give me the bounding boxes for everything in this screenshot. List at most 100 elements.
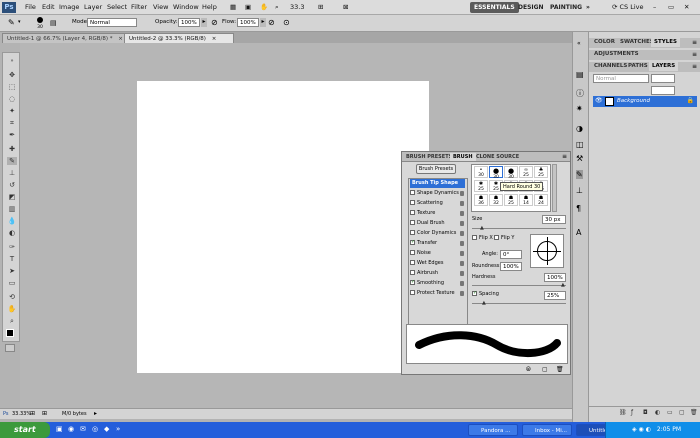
- option-wet-edges[interactable]: Wet Edges: [410, 259, 465, 268]
- flip-y-checkbox[interactable]: Flip Y: [494, 235, 514, 241]
- angle-input[interactable]: 0°: [500, 250, 522, 259]
- option-protect-texture[interactable]: Protect Texture: [410, 289, 465, 298]
- brush-tip[interactable]: ☗ 25: [504, 194, 518, 206]
- brush-tip[interactable]: ☗ 14: [519, 194, 533, 206]
- brush-icon[interactable]: ✎: [576, 170, 583, 179]
- minimize-icon[interactable]: –: [653, 3, 656, 11]
- tool-presets-icon[interactable]: ⚒: [576, 154, 583, 163]
- zoom-icon[interactable]: ⌕: [275, 3, 279, 12]
- lock-icon[interactable]: [460, 201, 464, 206]
- delete-layer-icon[interactable]: 🗑: [690, 409, 698, 416]
- tab-styles[interactable]: STYLES: [651, 38, 680, 47]
- brush-tip[interactable]: ☗ 32: [489, 194, 503, 206]
- brush-tip[interactable]: ● 30: [504, 166, 518, 180]
- menu-window[interactable]: Window: [173, 3, 199, 11]
- pen-tool-icon[interactable]: ✑: [7, 243, 17, 251]
- quicklaunch-icon[interactable]: ✉: [80, 425, 86, 433]
- zoom-field[interactable]: 33.33%: [12, 411, 31, 417]
- zoom-level[interactable]: 33.3: [290, 3, 304, 11]
- hand-tool-icon[interactable]: ✋: [260, 3, 268, 11]
- lasso-tool-icon[interactable]: ◌: [7, 95, 17, 103]
- option-brush-tip-shape[interactable]: Brush Tip Shape: [410, 179, 465, 188]
- arrange-documents-icon[interactable]: ⊠: [343, 3, 348, 11]
- panel-menu-icon[interactable]: ≡: [692, 51, 697, 58]
- flow-slider-arrow-icon[interactable]: ▸: [260, 18, 266, 27]
- lock-icon[interactable]: [460, 211, 464, 216]
- tip-grid-scrollbar[interactable]: [552, 164, 557, 212]
- lock-icon[interactable]: [460, 271, 464, 276]
- delete-icon[interactable]: 🗑: [556, 366, 564, 373]
- pressure-opacity-icon[interactable]: ⊘: [211, 18, 218, 27]
- close-icon[interactable]: ✕: [684, 3, 689, 11]
- menu-help[interactable]: Help: [202, 3, 217, 11]
- option-shape-dynamics[interactable]: Shape Dynamics: [410, 189, 465, 198]
- airbrush-icon[interactable]: ⊘: [268, 18, 275, 27]
- eraser-tool-icon[interactable]: ◩: [7, 193, 17, 201]
- type-tool-icon[interactable]: T: [7, 255, 17, 263]
- tab-brush[interactable]: BRUSH: [450, 153, 476, 161]
- healing-brush-tool-icon[interactable]: ✚: [7, 145, 17, 153]
- brush-size-picker[interactable]: 30: [35, 17, 45, 30]
- angle-roundness-widget[interactable]: [530, 234, 564, 268]
- lock-icon[interactable]: [460, 251, 464, 256]
- flow-input[interactable]: 100%: [237, 18, 259, 27]
- brush-tip[interactable]: • 30: [474, 166, 488, 178]
- fx-icon[interactable]: ƒ: [631, 409, 633, 416]
- menu-file[interactable]: File: [25, 3, 36, 11]
- shape-tool-icon[interactable]: ▭: [7, 279, 17, 287]
- history-brush-tool-icon[interactable]: ↺: [7, 181, 17, 189]
- collapse-toolbox-icon[interactable]: »: [7, 57, 17, 65]
- tab-color[interactable]: COLOR: [591, 38, 618, 47]
- clone-source-icon[interactable]: ⊥: [576, 186, 583, 195]
- option-transfer[interactable]: ✓ Transfer: [410, 239, 465, 248]
- clock[interactable]: 2:05 PM: [657, 426, 681, 433]
- tab-untitled-2[interactable]: Untitled-2 @ 33.3% (RGB/8) ×: [124, 33, 234, 43]
- gradient-tool-icon[interactable]: ▥: [7, 205, 17, 213]
- tab-clone-source[interactable]: CLONE SOURCE: [473, 153, 522, 161]
- quicklaunch-icon[interactable]: ◆: [104, 425, 109, 433]
- checkbox[interactable]: [410, 190, 415, 195]
- move-tool-icon[interactable]: ✥: [7, 71, 17, 79]
- brush-panel-toggle-icon[interactable]: ▤: [50, 19, 57, 27]
- spacing-checkbox[interactable]: ✓ Spacing: [472, 291, 499, 297]
- close-icon[interactable]: ×: [212, 36, 217, 42]
- brush-tip[interactable]: ∞ 25: [519, 166, 533, 178]
- checkbox[interactable]: [410, 200, 415, 205]
- group-icon[interactable]: ▭: [667, 409, 673, 416]
- checkbox-checked[interactable]: ✓: [410, 240, 415, 245]
- tray-icon[interactable]: ◈: [632, 426, 637, 433]
- lock-icon[interactable]: [460, 231, 464, 236]
- quicklaunch-icon[interactable]: »: [116, 425, 120, 433]
- navigator-icon[interactable]: ◫: [576, 140, 584, 149]
- mini-bridge-icon[interactable]: ▣: [245, 3, 251, 11]
- brush-tool-icon[interactable]: ✎: [7, 157, 17, 165]
- marquee-tool-icon[interactable]: ⬚: [7, 83, 17, 91]
- quicklaunch-icon[interactable]: ▣: [56, 425, 63, 433]
- menu-layer[interactable]: Layer: [84, 3, 102, 11]
- eye-icon[interactable]: 👁: [595, 97, 603, 104]
- eyedropper-tool-icon[interactable]: ✒: [7, 131, 17, 139]
- option-dual-brush[interactable]: Dual Brush: [410, 219, 465, 228]
- brush-tip[interactable]: ☗ 36: [474, 194, 488, 206]
- layer-opacity-field[interactable]: [651, 74, 675, 83]
- workspace-more[interactable]: »: [582, 2, 594, 13]
- task-pandora[interactable]: Pandora ...: [468, 424, 518, 436]
- checkbox[interactable]: [410, 220, 415, 225]
- blend-mode-select[interactable]: Normal: [593, 74, 649, 83]
- lock-icon[interactable]: [460, 291, 464, 296]
- status-arrow-icon[interactable]: ▸: [94, 410, 97, 417]
- brush-tip[interactable]: ♣ 25: [534, 166, 548, 178]
- roundness-input[interactable]: 100%: [500, 262, 522, 271]
- lock-icon[interactable]: [460, 261, 464, 266]
- checkbox[interactable]: [410, 290, 415, 295]
- hardness-slider[interactable]: [472, 285, 566, 286]
- paragraph-icon[interactable]: ¶: [576, 204, 581, 213]
- crop-tool-icon[interactable]: ⌗: [7, 119, 17, 127]
- flip-x-checkbox[interactable]: Flip X: [472, 235, 493, 241]
- menu-filter[interactable]: Filter: [131, 3, 147, 11]
- 3d-rotate-tool-icon[interactable]: ⟲: [7, 293, 17, 301]
- close-icon[interactable]: ×: [118, 36, 123, 42]
- dodge-tool-icon[interactable]: ◐: [7, 229, 17, 237]
- tab-adjustments[interactable]: ADJUSTMENTS: [591, 50, 642, 59]
- new-layer-icon[interactable]: ▢: [679, 409, 685, 416]
